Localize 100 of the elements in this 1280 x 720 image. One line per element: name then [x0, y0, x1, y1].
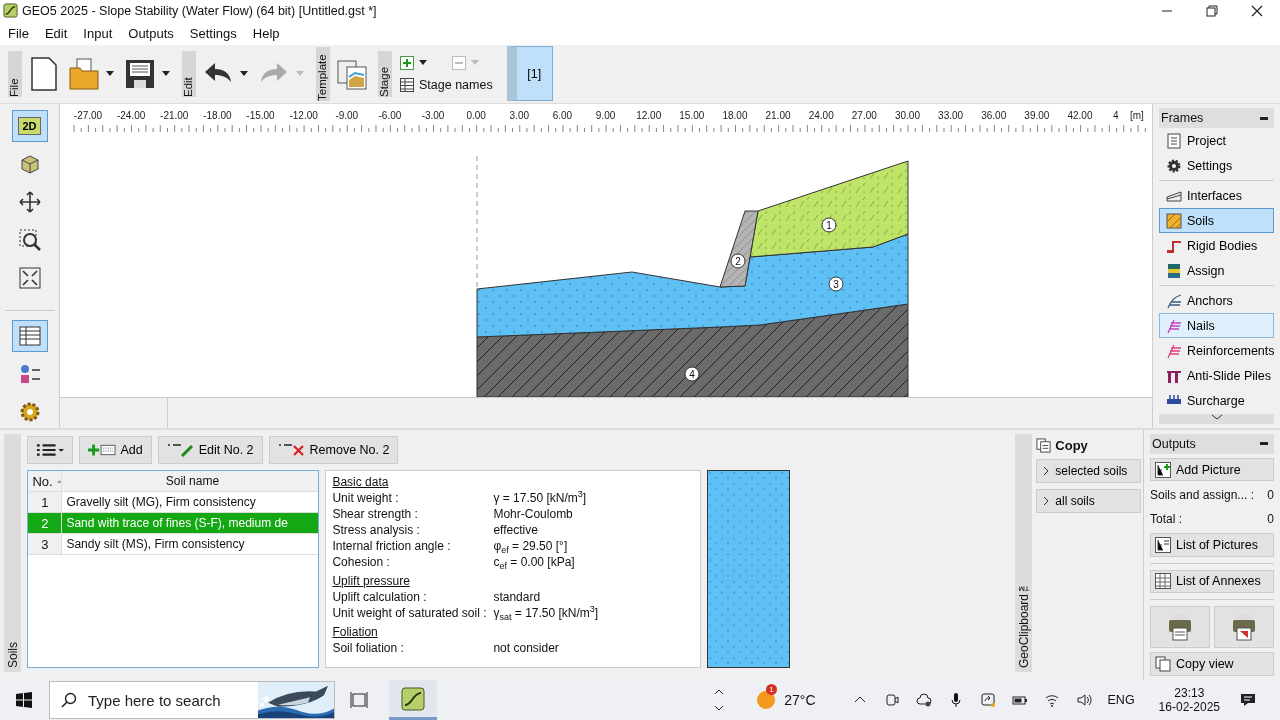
panel-title: Frames [1161, 111, 1204, 125]
frame-item[interactable]: Anti-Slide Piles [1159, 363, 1274, 388]
table-row[interactable]: 3 Sandy silt (MS), Firm consistency [28, 534, 319, 555]
panel-title: Outputs [1152, 436, 1196, 451]
ruler-tick-label: 0.00 [466, 110, 486, 121]
dropdown-caret-icon[interactable] [419, 60, 427, 66]
add-stage-icon[interactable] [400, 55, 414, 70]
2d-view-button[interactable]: 2D [11, 110, 48, 142]
toolbar-group-label: Stage [378, 50, 392, 97]
region-number-label: 1 [821, 217, 837, 233]
collapse-icon[interactable] [1260, 442, 1268, 446]
list-of-annexes-button[interactable]: List of Annexes [1150, 569, 1274, 594]
add-picture-button[interactable]: Add Picture [1150, 457, 1274, 482]
property-label: Soil foliation : [332, 640, 405, 656]
menu-item[interactable]: Outputs [120, 25, 182, 41]
sun-icon[interactable] [756, 690, 777, 710]
stage-tab[interactable]: [1] [506, 46, 553, 102]
chevron-up-icon[interactable] [714, 689, 725, 695]
property-value: γ$_{sat}$ = 17.50 [kN/m$^{3}$] [493, 605, 599, 621]
frame-item[interactable]: Interfaces [1159, 183, 1274, 208]
dropdown-caret-icon[interactable] [162, 71, 170, 77]
clock-date[interactable]: 16-02-2025 [1158, 700, 1220, 714]
print-picture-button[interactable] [1214, 606, 1274, 649]
wifi-icon[interactable] [1043, 692, 1060, 708]
collapse-icon[interactable] [1260, 116, 1268, 120]
ruler-tick-label: -27.00 [73, 110, 103, 121]
panel-side-label: GeoClipboard™ [1016, 578, 1031, 670]
table-view-button[interactable] [11, 320, 48, 352]
clock-time[interactable]: 23:13 [1174, 686, 1205, 700]
frame-item[interactable]: Settings [1159, 153, 1274, 178]
property-value: φ$_{ef}$ = 29.50 [°] [493, 538, 568, 554]
section-heading: Foliation [332, 624, 379, 640]
dropdown-caret-icon[interactable] [240, 71, 248, 77]
camera-icon[interactable] [883, 692, 900, 708]
copy-view-button[interactable]: Copy view [1150, 652, 1274, 676]
frame-item[interactable]: Rigid Bodies [1159, 233, 1274, 258]
ruler-tick-label: 21.00 [765, 110, 791, 121]
move-arrows-icon [17, 190, 42, 214]
chevron-right-icon [1043, 466, 1050, 476]
column-header[interactable]: Soil name [62, 471, 319, 491]
new-file-icon[interactable] [28, 55, 60, 92]
remove-button[interactable]: Remove No. 2 [268, 436, 399, 464]
soil-region[interactable] [749, 160, 909, 258]
copy-icon [1036, 438, 1052, 453]
close-icon[interactable] [1251, 4, 1263, 17]
soil-region[interactable] [476, 303, 909, 397]
notification-icon[interactable] [1240, 692, 1256, 708]
table-cell-text: Sand with trace of fines (S-F), medium de [65, 515, 289, 532]
frame-item[interactable]: Project [1159, 128, 1274, 153]
list-of-pictures-button[interactable]: List of Pictures [1150, 532, 1274, 557]
list-menu-button[interactable] [27, 436, 74, 464]
app-icon[interactable] [401, 686, 425, 711]
dropdown-caret-icon[interactable] [106, 71, 114, 77]
edit-button[interactable]: Edit No. 2 [157, 436, 263, 464]
menu-item[interactable]: Help [244, 25, 288, 41]
restore-icon[interactable] [1206, 4, 1218, 17]
panel-side-label: Soils [5, 641, 20, 670]
frame-item[interactable]: Assign [1159, 258, 1274, 283]
ruler-tick-label: 24.00 [808, 110, 834, 121]
toolbar-group-label: File [8, 50, 22, 97]
ruler-tick-label: 9.00 [595, 110, 616, 121]
menu-item[interactable]: File [0, 25, 37, 41]
task-view-icon[interactable] [349, 690, 369, 710]
ruler-tick-label: 33.00 [938, 110, 964, 121]
start-icon[interactable] [16, 692, 32, 708]
speaker-icon[interactable] [1075, 692, 1092, 708]
cloud-icon[interactable] [915, 692, 932, 708]
copy-option-button[interactable]: all soils [1036, 489, 1141, 513]
copy-option-button[interactable]: selected soils [1036, 459, 1141, 483]
frame-item[interactable]: Anchors [1159, 288, 1274, 313]
print-button[interactable] [1150, 606, 1210, 649]
open-folder-icon[interactable] [68, 55, 100, 92]
chevron-down-icon[interactable] [714, 705, 725, 711]
soil-region[interactable] [719, 210, 759, 288]
frame-item[interactable]: Surcharge [1159, 388, 1274, 413]
soil-region[interactable] [476, 233, 909, 338]
property-label: Uplift calculation : [332, 589, 428, 605]
ruler-tick-label: 42.00 [1067, 110, 1093, 121]
scroll-down-chevron-icon[interactable] [1210, 414, 1223, 420]
screen-share-icon[interactable] [979, 692, 996, 708]
frame-item[interactable]: Reinforcements [1159, 338, 1274, 363]
count-value: 0 [1267, 512, 1274, 527]
ruler-tick-label: -12.00 [289, 110, 318, 121]
copy-icon [1155, 656, 1171, 673]
menu-item[interactable]: Settings [181, 25, 245, 41]
ruler-tick-label: 4 [1113, 110, 1119, 121]
language-indicator[interactable]: ENG [1107, 693, 1135, 707]
add-button[interactable]: Add [79, 436, 152, 464]
frame-item[interactable]: Soils [1159, 208, 1274, 233]
property-value: c$_{ef}$ = 0.00 [kPa] [493, 554, 575, 570]
menu-item[interactable]: Input [75, 25, 121, 41]
frame-item[interactable]: Nails [1159, 313, 1274, 338]
temperature-text[interactable]: 27°C [784, 692, 816, 708]
menu-item[interactable]: Edit [36, 25, 76, 41]
stripes-icon [1166, 262, 1182, 279]
zoom-icon [17, 228, 42, 252]
stage-names-toggle[interactable]: Stage names [419, 77, 493, 92]
column-header[interactable]: No. [28, 471, 63, 491]
property-label: Unit weight of saturated soil : [332, 605, 488, 621]
count-label: Total : [1150, 512, 1182, 527]
